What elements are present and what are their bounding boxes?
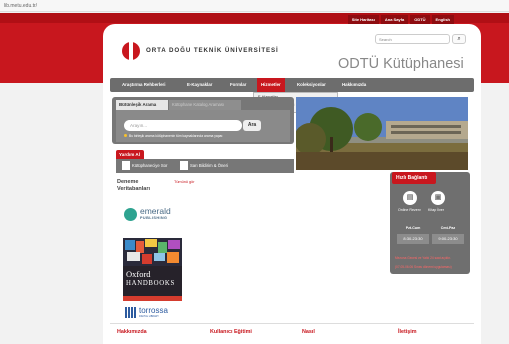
footer-how[interactable]: Nasıl (302, 329, 315, 335)
footer-contact[interactable]: İletişim (398, 329, 417, 335)
chat-icon (122, 161, 130, 171)
library-photo-art (296, 97, 468, 170)
search-hint: Bu birleşik arama kütüphanenin tüm kayna… (124, 134, 223, 138)
hours-weekend-head: Cmt-Paz (440, 226, 456, 230)
view-all-link[interactable]: Tümünü gör (174, 180, 194, 184)
search-icon[interactable]: ⌕ (452, 34, 466, 44)
hours-weekend: 9:00-23:30 (432, 234, 464, 244)
library-title[interactable]: ODTÜ Kütüphanesi (338, 56, 464, 72)
calendar-icon[interactable]: ▤ (403, 191, 417, 205)
quick-links-title: Hızlı Bağlantı (392, 172, 436, 184)
tab-unified-search[interactable]: Bütünleşik Arama (116, 100, 168, 110)
book-renew-label[interactable]: Kitap İlver (428, 208, 444, 212)
torrossa-icon (125, 307, 137, 318)
nav-forms[interactable]: Formlar (230, 78, 246, 92)
tab-catalog-search[interactable]: Kütüphane Katalog Araması (169, 100, 241, 110)
ask-librarian-link[interactable]: Kütüphaneciye Sor (122, 161, 167, 171)
top-links: Site Haritası Ana Sayfa ODTÜ English (347, 15, 454, 24)
toplink-home[interactable]: Ana Sayfa (380, 15, 409, 24)
search-hint-text: Bu birleşik arama kütüphanenin tüm kayna… (129, 134, 224, 138)
book-icon[interactable]: ▣ (431, 191, 445, 205)
url-text: lib.metu.edu.tr/ (4, 3, 38, 9)
logo-stripe (129, 42, 133, 60)
help-label: Yardım Al (116, 150, 144, 159)
ask-librarian-label: Kütüphaneciye Sor (132, 163, 168, 168)
hours-weekday: 8:30-23:30 (397, 234, 429, 244)
library-photo (296, 97, 468, 170)
torrossa-logo[interactable]: torrossa DIGITAL LIBRARY (125, 306, 181, 318)
footer-user-training[interactable]: Kullanıcı Eğitimi (210, 329, 252, 335)
trial-title-line1: Deneme (117, 179, 139, 185)
info-icon (124, 134, 127, 137)
oxford-handbooks-cover[interactable]: Oxford HANDBOOKS (123, 238, 182, 301)
toplink-odtu[interactable]: ODTÜ (410, 15, 430, 24)
feedback-icon (180, 161, 188, 171)
oxford-line2: HANDBOOKS (126, 280, 175, 287)
hours-weekday-head: Pzt-Cum (405, 226, 421, 230)
trial-title-line2: Veritabanları (117, 186, 151, 192)
nav-services[interactable]: Hizmetler (257, 78, 285, 92)
oxford-accent (123, 296, 182, 301)
feedback-label: Sarı Bildirim & Öneri (190, 163, 228, 168)
nav-about[interactable]: Hakkımızda (342, 78, 366, 92)
toplink-english[interactable]: English (431, 15, 454, 24)
emerald-sub: PUBLISHING (140, 216, 168, 220)
address-bar[interactable]: lib.metu.edu.tr/ (0, 0, 509, 12)
emerald-name: emerald (140, 206, 171, 216)
search-button[interactable]: Ara (243, 120, 261, 131)
oxford-cover-art (123, 238, 182, 266)
site-search-input[interactable]: Search (375, 34, 450, 44)
footer-divider (110, 323, 474, 324)
online-reserve-label[interactable]: Online Rezerv (398, 208, 421, 212)
emerald-logo[interactable]: emerald PUBLISHING (124, 206, 180, 226)
university-name[interactable]: ORTA DOĞU TEKNİK ÜNİVERSİTESİ (146, 47, 279, 54)
nav-collections[interactable]: Koleksiyonlar (297, 78, 326, 92)
torrossa-name: torrossa (139, 306, 168, 315)
trial-databases-title: Deneme Veritabanları (117, 179, 150, 193)
toplink-sitemap[interactable]: Site Haritası (347, 15, 379, 24)
oxford-line1: Oxford (126, 269, 151, 279)
query-input[interactable]: Arayın... (124, 120, 242, 131)
feedback-link[interactable]: Sarı Bildirim & Öneri (180, 161, 228, 171)
nav-research-guides[interactable]: Araştırma Rehberleri (122, 78, 165, 92)
emerald-icon (124, 208, 137, 221)
footer-about[interactable]: Hakkımızda (117, 329, 147, 335)
nav-e-resources[interactable]: E-Kaynaklar (187, 78, 212, 92)
hours-note: Mezuna Gecesi ve Yatılı 24 saat açıktır. (395, 256, 451, 260)
torrossa-sub: DIGITAL LIBRARY (139, 315, 159, 318)
exam-note: (07.05-06.06 Sınav dönemi uygulaması) (395, 265, 452, 269)
